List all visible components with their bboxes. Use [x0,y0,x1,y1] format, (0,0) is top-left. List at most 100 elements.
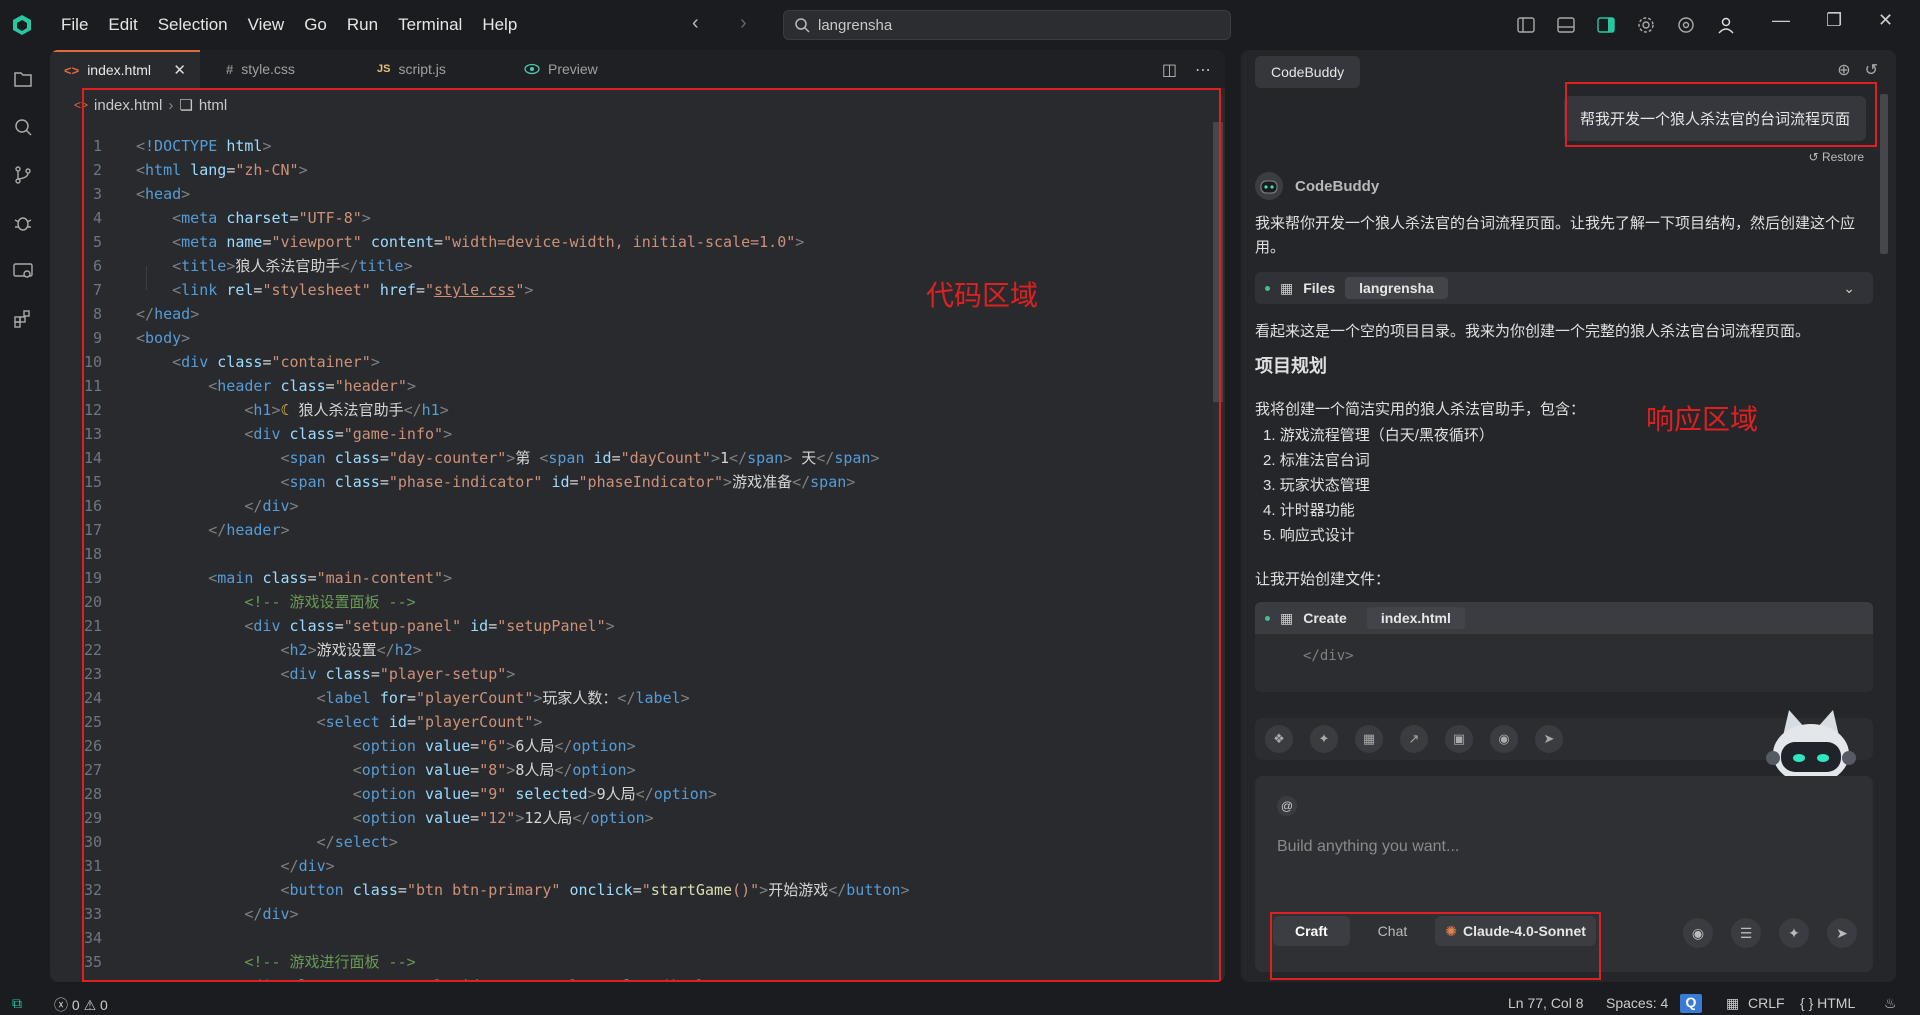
list-item: 3. 玩家状态管理 [1263,477,1370,494]
tab-label: Preview [548,61,598,77]
split-editor-icon[interactable]: ◫ [1162,60,1177,80]
bot-header: CodeBuddy [1255,172,1379,200]
enhance-icon[interactable]: ✦ [1779,918,1809,948]
notifications-bell-icon[interactable]: ♨ [1884,995,1897,1012]
mention-button[interactable]: @ [1277,796,1297,816]
cursor-position[interactable]: Ln 77, Col 8 [1508,995,1584,1011]
preview-eye-icon[interactable]: ◉ [1490,725,1518,753]
search-value: langrensha [818,16,893,34]
eye-icon [524,63,540,75]
menu-go[interactable]: Go [296,11,335,39]
new-chat-icon[interactable]: ⊕ [1837,60,1850,80]
chat-input-placeholder[interactable]: Build anything you want... [1277,838,1459,856]
back-arrow-icon[interactable]: ‹ [692,12,699,35]
tab-style-css[interactable]: # style.css [200,50,355,88]
explorer-icon[interactable] [12,68,34,90]
robot-icon [1260,180,1278,194]
app-window: File Edit Selection View Go Run Terminal… [0,0,1920,1015]
menu-run[interactable]: Run [339,11,386,39]
account-icon[interactable] [1716,15,1736,35]
indentation[interactable]: Spaces: 4 [1606,995,1668,1011]
code-area-label: 代码区域 [926,279,1039,312]
debug-icon[interactable] [12,212,34,234]
figma-icon[interactable]: ❖ [1265,725,1293,753]
close-window-icon[interactable]: ✕ [1878,10,1893,31]
restore-icon: ↺ [1808,150,1819,164]
files-card-title: Files [1303,280,1336,296]
panel-scrollbar[interactable] [1880,94,1888,254]
files-card[interactable]: ▦ Files langrensha ⌄ [1255,272,1873,304]
browser-icon[interactable] [1676,15,1696,35]
search-input[interactable]: langrensha [783,10,1231,40]
plan-intro: 我将创建一个简洁实用的狼人杀法官助手，包含： [1255,401,1586,418]
create-card-code: </div> [1303,648,1354,664]
palette-icon[interactable]: ◉ [1683,918,1713,948]
send-icon[interactable]: ➤ [1827,918,1857,948]
search-view-icon[interactable] [12,116,34,138]
tab-script-js[interactable]: JS script.js [355,50,510,88]
tab-preview[interactable]: Preview [510,50,650,88]
close-tab-icon[interactable]: ✕ [173,61,186,79]
restore-window-icon[interactable]: ❐ [1826,10,1842,31]
toggle-sidebar-icon[interactable] [1516,15,1536,35]
input-actions: ◉ ☰ ✦ ➤ [1683,918,1857,948]
list-item: 5. 响应式设计 [1263,527,1355,544]
search-icon [795,18,810,33]
menu-bar: File Edit Selection View Go Run Terminal… [53,11,525,39]
user-message-annotation [1565,82,1877,147]
bot-avatar [1255,172,1283,200]
editor-tab-bar: <> index.html ✕ # style.css JS script.js… [50,50,1225,88]
menu-selection[interactable]: Selection [150,11,236,39]
status-dot-icon [1265,615,1270,621]
history-icon[interactable]: ↺ [1865,60,1878,80]
tab-codebuddy[interactable]: CodeBuddy [1255,56,1361,88]
file-code-icon: ▦ [1280,279,1294,296]
language-mode[interactable]: { } HTML [1800,995,1855,1011]
create-card-chip: index.html [1366,607,1465,629]
plan-heading: 项目规划 [1255,356,1327,376]
create-card-title: Create [1303,610,1347,626]
remote-icon[interactable]: ⧉ [12,995,22,1012]
extensions-icon[interactable] [12,308,34,330]
more-actions-icon[interactable]: ⋯ [1195,60,1211,80]
deploy-tool-icon[interactable]: ↗ [1400,725,1428,753]
chevron-down-icon[interactable]: ⌄ [1843,280,1855,297]
gear-icon[interactable] [1636,15,1656,35]
tab-label: style.css [241,61,295,77]
codebuddy-panel: CodeBuddy ⊕ ↺ 帮我开发一个狼人杀法官的台词流程页面 ↺ Resto… [1241,50,1896,982]
app-tray-icon[interactable]: Q [1680,994,1702,1013]
files-card-chip: langrensha [1345,277,1448,299]
tray-grid-icon[interactable]: ▦ [1726,995,1739,1012]
rocket-icon[interactable]: ➤ [1535,725,1563,753]
start-note: 让我开始创建文件： [1255,571,1391,588]
list-item: 4. 计时器功能 [1263,502,1355,519]
toggle-panel-icon[interactable] [1556,15,1576,35]
create-card-header: ▦ Create index.html [1255,602,1873,634]
bot-intro: 我来帮你开发一个狼人杀法官的台词流程页面。让我先了解一下项目结构，然后创建这个应… [1255,215,1856,256]
checklist-icon[interactable]: ☰ [1731,918,1761,948]
menu-view[interactable]: View [240,11,293,39]
components-icon[interactable]: ✦ [1310,725,1338,753]
menu-help[interactable]: Help [474,11,525,39]
list-item: 2. 标准法官台词 [1263,452,1370,469]
activity-bar [0,50,44,985]
remote-explorer-icon[interactable] [12,260,34,282]
blocks-icon[interactable]: ▦ [1355,725,1383,753]
tab-index-html[interactable]: <> index.html ✕ [50,50,200,88]
source-control-icon[interactable] [12,164,34,186]
menu-file[interactable]: File [53,11,96,39]
html-icon: <> [64,62,80,78]
response-area-label: 响应区域 [1646,403,1759,436]
line-ending[interactable]: CRLF [1748,995,1785,1011]
forward-arrow-icon[interactable]: › [740,12,747,35]
toggle-secondary-sidebar-icon[interactable] [1596,15,1616,35]
minimize-icon[interactable]: — [1772,10,1790,31]
status-dot-icon [1265,285,1270,291]
restore-button[interactable]: ↺ Restore [1809,150,1864,164]
mascot-icon [1766,710,1856,784]
menu-terminal[interactable]: Terminal [390,11,470,39]
problems-indicator[interactable]: ⓧ 0 ⚠ 0 [54,995,108,1015]
image-icon[interactable]: ▣ [1445,725,1473,753]
menu-edit[interactable]: Edit [100,11,145,39]
create-file-card[interactable]: ▦ Create index.html </div> [1255,602,1873,692]
